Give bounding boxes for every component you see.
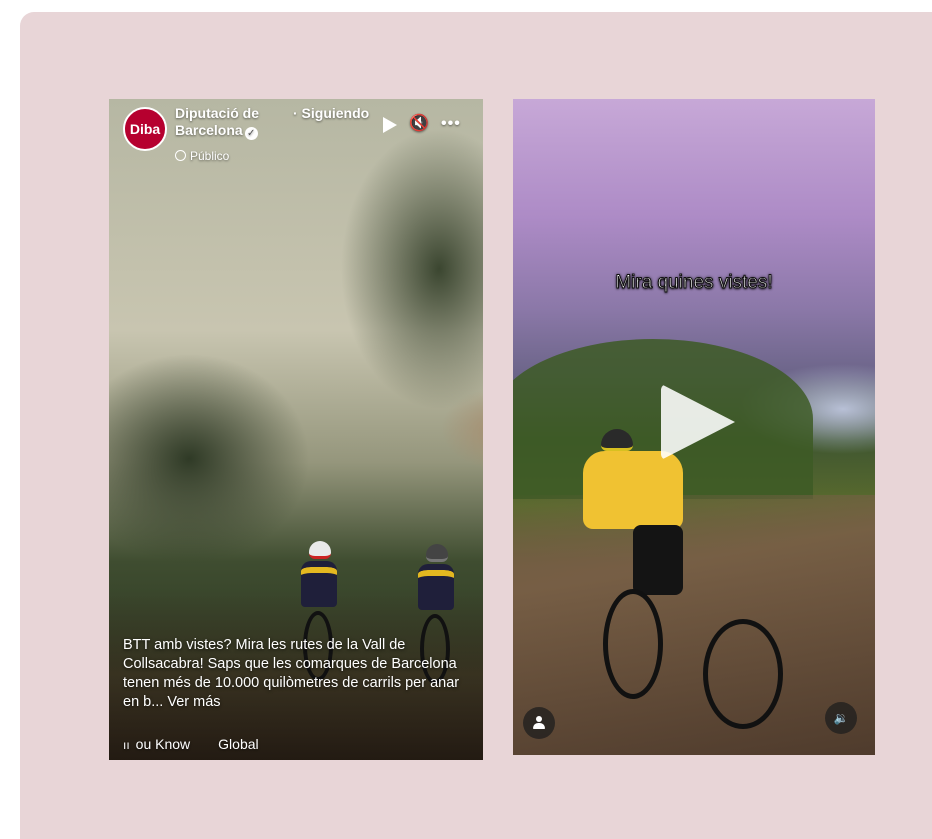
cyclist	[573, 429, 783, 729]
reel-card[interactable]: Diba Diputació de Barcelona ✓ · Siguiendo…	[109, 99, 483, 760]
page-avatar[interactable]: Diba	[123, 107, 167, 151]
video-overlay-text: Mira quines vistes!	[615, 272, 773, 294]
play-button-icon[interactable]	[661, 384, 735, 460]
audience-text: Público	[190, 149, 230, 163]
reel-caption: BTT amb vistes? Mira les rutes de la Val…	[123, 636, 473, 712]
sound-icon: 🔉	[833, 711, 849, 725]
globe-icon	[175, 150, 186, 161]
video-card[interactable]: Mira quines vistes! 🔉	[513, 99, 875, 755]
page-name-link[interactable]: Diputació de Barcelona ✓	[175, 105, 285, 140]
sound-button[interactable]: 🔉	[825, 702, 857, 734]
reel-header: Diba Diputació de Barcelona ✓ · Siguiendo…	[109, 99, 483, 169]
audio-wave-icon: ıı	[123, 738, 130, 752]
person-icon	[532, 716, 546, 730]
more-icon[interactable]: •••	[441, 115, 461, 133]
verified-icon: ✓	[244, 127, 258, 140]
profile-button[interactable]	[523, 707, 555, 739]
avatar-text: Diba	[129, 121, 161, 137]
page-name-line1: Diputació de	[175, 105, 260, 121]
audio-track-name: ou Know	[135, 736, 191, 752]
audio-attribution[interactable]: ıı ou Know Global	[123, 736, 483, 752]
audience-label: Público	[175, 149, 229, 163]
page-name-line2: Barcelona	[175, 122, 243, 138]
see-more-link[interactable]: Ver más	[167, 694, 220, 710]
mute-icon[interactable]: 🔇	[409, 115, 429, 133]
play-icon[interactable]	[383, 117, 397, 133]
audio-track-artist: Global	[218, 736, 259, 752]
following-button[interactable]: · Siguiendo	[293, 105, 369, 121]
